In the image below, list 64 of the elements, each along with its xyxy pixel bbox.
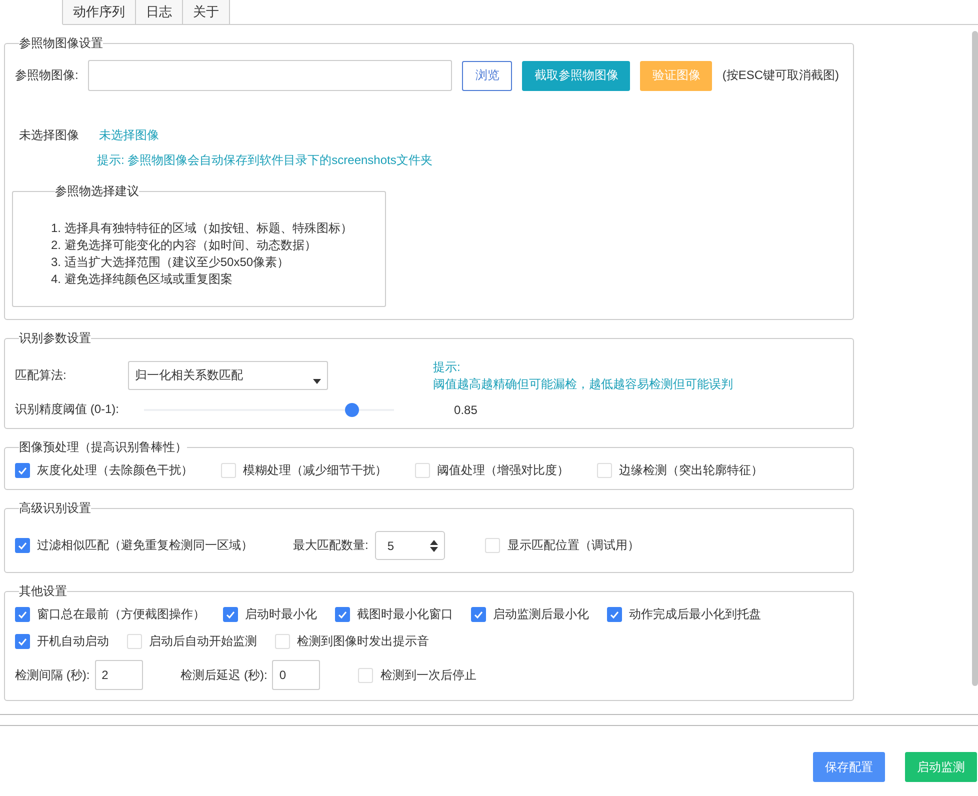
slider-reading: 0.85	[454, 402, 478, 416]
checkbox[interactable]	[15, 607, 30, 622]
group-title: 参照物图像设置	[19, 35, 103, 52]
number-field[interactable]: 0	[272, 660, 320, 690]
preview-label: 未选择图像	[19, 127, 79, 144]
checkbox-label: 启动时最小化	[245, 606, 317, 623]
check-icon	[18, 542, 27, 550]
group-title: 参照物选择建议	[55, 183, 139, 200]
checkbox[interactable]	[335, 607, 350, 622]
checkbox[interactable]	[15, 538, 30, 553]
checkbox[interactable]	[223, 607, 238, 622]
hint-title: 提示:	[433, 359, 462, 376]
scrollbar-thumb[interactable]	[972, 31, 978, 686]
hint-text: 阈值越高越精确但可能漏检，越低越容易检测但可能误判	[433, 376, 733, 393]
group-title: 其他设置	[19, 583, 67, 600]
advice-item: 4. 避免选择纯颜色区域或重复图案	[51, 271, 234, 288]
checkbox-option[interactable]: 截图时最小化窗口	[335, 606, 453, 623]
preview-status: 未选择图像	[99, 127, 159, 144]
slider-thumb[interactable]	[344, 402, 359, 416]
advice-item: 3. 适当扩大选择范围（建议至少50x50像素）	[51, 254, 290, 271]
hint-text: (按ESC键可取消截图)	[722, 67, 840, 84]
advice-item: 1. 选择具有独特特征的区域（如按钮、标题、特殊图标）	[51, 220, 354, 237]
tab[interactable]: 日志	[136, 0, 183, 24]
check-icon	[226, 610, 235, 618]
group-title: 图像预处理（提高识别鲁棒性）	[19, 439, 187, 456]
advice-item: 2. 避免选择可能变化的内容（如时间、动态数据）	[51, 237, 318, 254]
input-field[interactable]	[88, 60, 452, 91]
group-title: 高级识别设置	[19, 500, 91, 517]
field-label: 检测间隔 (秒):	[15, 666, 90, 684]
check-icon	[474, 610, 483, 618]
check-icon	[18, 610, 27, 618]
number-field[interactable]: 2	[94, 660, 143, 690]
checkbox-label: 检测到一次后停止	[380, 666, 476, 684]
check-icon	[338, 610, 347, 618]
checkbox[interactable]	[15, 463, 30, 478]
number-spinbox[interactable]: 5	[375, 531, 446, 560]
tab[interactable]: 动作序列	[63, 0, 136, 24]
checkbox-option[interactable]: 检测到一次后停止	[358, 666, 476, 684]
checkbox-label: 开机自动启动	[37, 633, 109, 650]
up-down-arrows-icon[interactable]	[430, 540, 438, 552]
check-icon	[18, 638, 27, 646]
group-title: 识别参数设置	[19, 330, 91, 347]
dropdown[interactable]: 归一化相关系数匹配	[128, 360, 328, 390]
field-label: 检测后延迟 (秒):	[180, 666, 268, 684]
action-button[interactable]: 浏览	[462, 60, 512, 90]
field-label: 最大匹配数量:	[293, 537, 368, 554]
checkbox[interactable]	[15, 634, 30, 649]
tip-text: 提示: 参照物图像会自动保存到软件目录下的screenshots文件夹	[97, 152, 432, 169]
checkbox-label: 启动监测后最小化	[493, 606, 589, 623]
checkbox-option[interactable]: 启动后自动开始监测	[127, 633, 257, 650]
checkbox-option[interactable]: 启动时最小化	[223, 606, 317, 623]
checkbox-label: 启动后自动开始监测	[149, 633, 257, 650]
check-icon	[18, 466, 27, 474]
checkbox-option[interactable]: 启动监测后最小化	[471, 606, 589, 623]
checkbox[interactable]	[607, 607, 622, 622]
field-label: 参照物图像:	[15, 67, 78, 84]
checkbox[interactable]	[471, 607, 486, 622]
caret-icon[interactable]	[313, 378, 321, 384]
field-label: 识别精度阈值 (0-1):	[15, 401, 120, 418]
field-label: 匹配算法:	[15, 366, 68, 384]
checkbox-label: 截图时最小化窗口	[357, 606, 453, 623]
checkbox-option[interactable]: 开机自动启动	[15, 633, 109, 650]
check-icon	[610, 610, 619, 618]
tab[interactable]: 关于	[183, 0, 230, 24]
